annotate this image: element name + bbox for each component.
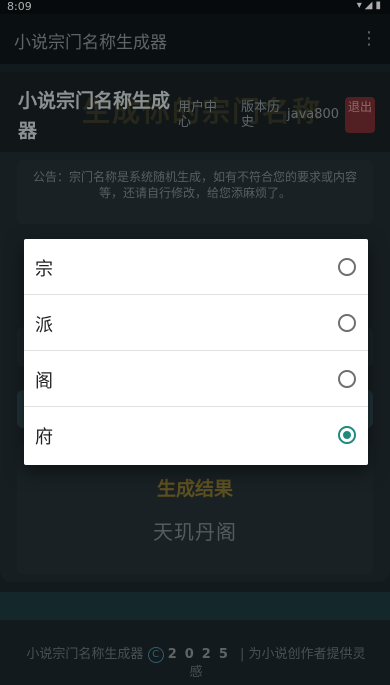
option-label: 派 [35, 315, 53, 336]
option-pai[interactable]: 派 [24, 295, 368, 351]
suffix-picker-dialog: 宗 派 阁 府 [24, 239, 368, 465]
radio-button[interactable] [338, 314, 356, 332]
option-fu[interactable]: 府 [24, 407, 368, 465]
option-zong[interactable]: 宗 [24, 239, 368, 295]
option-label: 宗 [35, 259, 53, 280]
radio-button[interactable] [338, 258, 356, 276]
radio-button[interactable] [338, 370, 356, 388]
option-ge[interactable]: 阁 [24, 351, 368, 407]
radio-button-checked[interactable] [338, 426, 356, 444]
option-label: 府 [35, 427, 53, 448]
option-label: 阁 [35, 371, 53, 392]
